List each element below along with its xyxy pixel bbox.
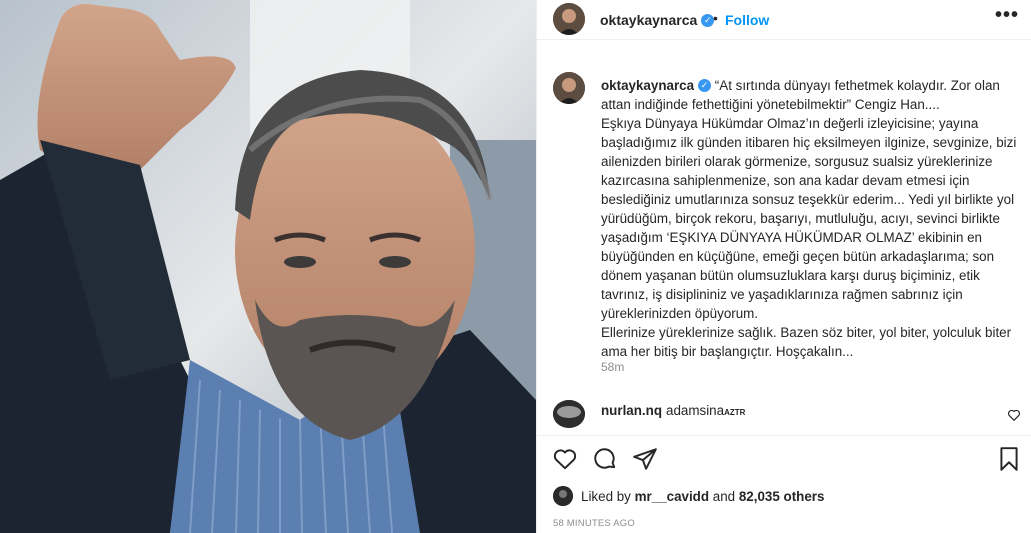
send-icon[interactable] (632, 446, 658, 472)
author-avatar[interactable] (553, 3, 585, 35)
comment-text: nurlan.nq adamsinаAZTR (601, 403, 746, 418)
caption-avatar[interactable] (553, 72, 585, 104)
likes-count[interactable]: 82,035 others (739, 489, 825, 504)
bookmark-icon[interactable] (996, 446, 1022, 472)
caption-username[interactable]: oktaykaynarca (601, 78, 694, 93)
post-side-panel: oktaykaynarca ✓ • Follow ••• oktaykaynarc… (536, 0, 1031, 533)
caption-line-2: Eşkıya Dünyaya Hükümdar Olmaz’ın değerli… (601, 116, 1017, 321)
small-heart-icon[interactable] (1007, 408, 1021, 422)
post-header: oktaykaynarca ✓ • Follow ••• (537, 0, 1031, 40)
caption-line-3: Ellerinize yüreklerinize sağlık. Bazen s… (601, 325, 1012, 359)
commenter-username[interactable]: nurlan.nq (601, 403, 662, 418)
liker-username[interactable]: mr__cavidd (635, 489, 709, 504)
caption-text: oktaykaynarca ✓ “At sırtında dünyayı feth… (601, 76, 1021, 361)
action-bar (537, 435, 1031, 485)
post-timestamp[interactable]: 58 MINUTES AGO (553, 518, 635, 529)
post-photo[interactable] (0, 0, 536, 533)
likes-text: Liked by mr__cavidd and 82,035 others (581, 489, 825, 504)
portrait-image (0, 0, 536, 533)
caption-timestamp[interactable]: 58m (601, 360, 624, 374)
liker-avatar[interactable] (553, 486, 573, 506)
separator-dot: • (713, 10, 718, 26)
author-username[interactable]: oktaykaynarca ✓ (600, 12, 715, 28)
more-options-icon[interactable]: ••• (995, 4, 1019, 27)
commenter-avatar[interactable] (553, 400, 585, 428)
likes-row: Liked by mr__cavidd and 82,035 others (537, 486, 1031, 510)
follow-button[interactable]: Follow (725, 12, 769, 28)
comment-icon[interactable] (592, 446, 618, 472)
heart-icon[interactable] (552, 446, 578, 472)
comment-flag: AZTR (724, 408, 746, 417)
comment-row: nurlan.nq adamsinаAZTR (537, 398, 1031, 428)
verified-badge-icon: ✓ (698, 78, 712, 92)
